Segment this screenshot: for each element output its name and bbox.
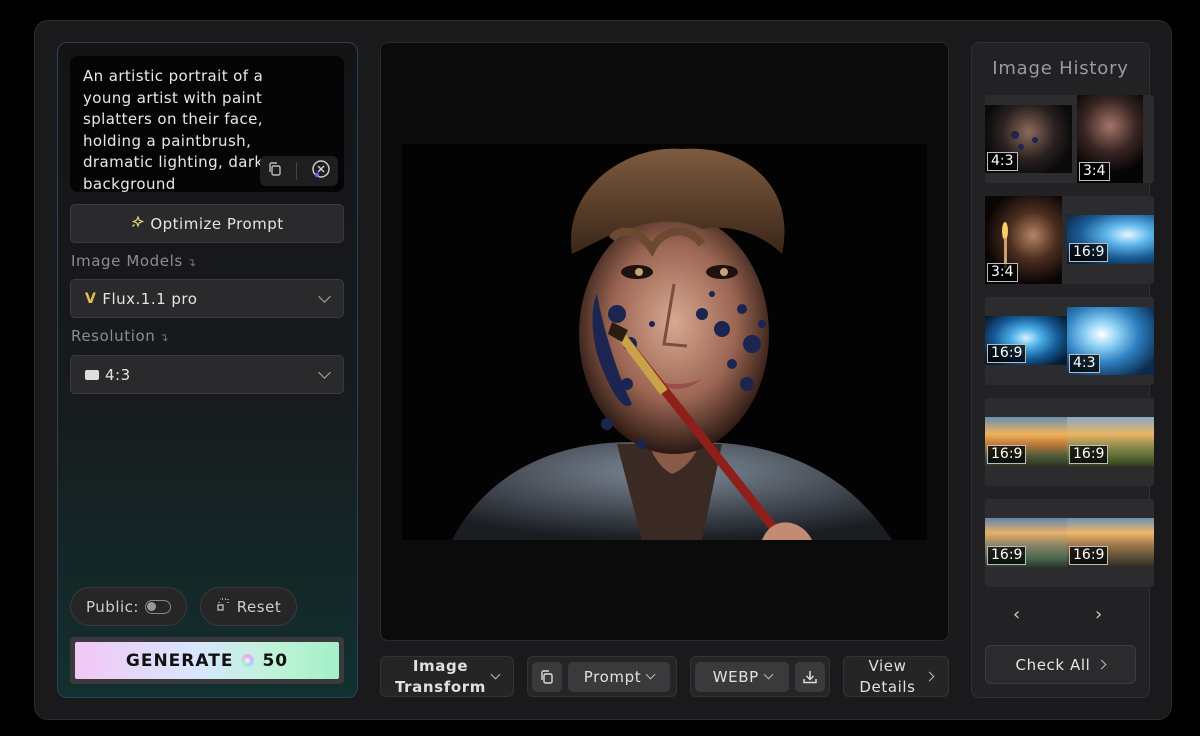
chevron-down-icon [763, 669, 774, 680]
check-all-label: Check All [1015, 655, 1091, 674]
close-circle-icon[interactable] [311, 159, 331, 183]
aspect-ratio-tag: 4:3 [987, 152, 1018, 171]
history-row: 4:3 3:4 [985, 95, 1154, 183]
history-thumbnail[interactable]: 3:4 [985, 196, 1062, 284]
reset-label: Reset [236, 597, 282, 616]
format-dropdown[interactable]: WEBP [695, 661, 790, 692]
transform-label-line1: Image [412, 656, 469, 675]
copy-icon [541, 669, 553, 684]
aspect-ratio-tag: 4:3 [1069, 354, 1100, 373]
aspect-ratio-tag: 3:4 [987, 263, 1018, 282]
prompt-tools [260, 156, 338, 186]
view-details-button[interactable]: View Details [843, 656, 949, 697]
copy-icon[interactable] [267, 161, 283, 181]
aspect-ratio-tag: 16:9 [987, 344, 1027, 363]
credits-orb-icon [241, 654, 255, 667]
copy-prompt-button[interactable] [532, 661, 562, 692]
corner-arrow-icon: ↴ [186, 256, 197, 269]
flux-logo-icon: V [85, 290, 97, 307]
download-icon [803, 670, 817, 683]
model-select[interactable]: V Flux.1.1 pro [70, 279, 344, 318]
generate-label: GENERATE [125, 650, 234, 671]
image-transform-button[interactable]: Image Transform [380, 656, 514, 697]
optimize-label: Optimize Prompt [150, 214, 284, 233]
transform-label-line2: Transform [395, 677, 486, 696]
history-thumbnail[interactable]: 4:3 [985, 105, 1072, 173]
aspect-ratio-tag: 16:9 [1069, 243, 1109, 262]
aspect-ratio-icon [85, 369, 99, 380]
resolution-select-value: 4:3 [105, 365, 131, 384]
history-row: 16:9 16:9 [985, 398, 1154, 486]
models-label-text: Image Models [71, 252, 183, 270]
aspect-ratio-tag: 16:9 [1069, 546, 1109, 565]
details-label-line2: Details [859, 677, 916, 696]
history-next-button[interactable]: › [1095, 604, 1102, 625]
model-select-value: Flux.1.1 pro [102, 289, 198, 308]
resolution-select[interactable]: 4:3 [70, 355, 344, 394]
reset-icon [216, 597, 231, 616]
aspect-ratio-tag: 3:4 [1079, 162, 1110, 181]
history-thumbnail[interactable]: 16:9 [1067, 215, 1154, 264]
generated-image[interactable] [402, 144, 927, 540]
history-row: 16:9 16:9 [985, 499, 1154, 587]
aspect-ratio-tag: 16:9 [987, 445, 1027, 464]
details-label-line1: View [868, 656, 907, 675]
toggle-switch[interactable] [144, 599, 171, 614]
history-prev-button[interactable]: ‹ [1013, 604, 1020, 625]
chevron-right-icon [924, 671, 935, 682]
download-button[interactable] [795, 661, 825, 692]
public-toggle[interactable]: Public: [70, 587, 187, 626]
chevron-down-icon [318, 289, 331, 303]
sparkle-icon [130, 214, 146, 234]
transform-label: Image Transform [395, 656, 486, 698]
aspect-ratio-tag: 16:9 [1069, 445, 1109, 464]
chevron-right-icon [1097, 659, 1107, 670]
details-label: View Details [859, 656, 915, 698]
aspect-ratio-tag: 16:9 [987, 546, 1027, 565]
format-label: WEBP [712, 667, 759, 686]
corner-arrow-icon: ↴ [159, 331, 170, 344]
history-thumbnail[interactable]: 16:9 [1067, 417, 1154, 466]
history-thumbnail[interactable]: 4:3 [1067, 307, 1154, 375]
history-row: 16:9 4:3 [985, 297, 1154, 385]
download-actions: WEBP [690, 656, 830, 697]
prompt-dropdown-label: Prompt [583, 667, 642, 686]
history-thumbnail[interactable]: 3:4 [1077, 95, 1143, 183]
chevron-down-icon [645, 669, 656, 680]
chevron-down-icon [318, 365, 331, 379]
chevron-down-icon [490, 669, 501, 680]
public-label: Public: [86, 597, 139, 616]
generate-button-frame: GENERATE 50 [70, 637, 344, 684]
generate-button[interactable]: GENERATE 50 [75, 642, 339, 679]
prompt-textarea[interactable]: An artistic portrait of a young artist w… [70, 56, 344, 193]
prompt-actions: Prompt [527, 656, 677, 697]
resolution-label: Resolution ↴ [71, 327, 169, 345]
history-thumbnail[interactable]: 16:9 [1067, 518, 1154, 567]
credits-count: 50 [262, 650, 289, 671]
history-row: 3:4 16:9 [985, 196, 1154, 284]
reset-button[interactable]: Reset [200, 587, 297, 626]
history-thumbnail[interactable]: 16:9 [985, 518, 1067, 567]
history-title: Image History [992, 58, 1129, 79]
history-thumbnail[interactable]: 16:9 [985, 417, 1067, 466]
models-label: Image Models ↴ [71, 252, 197, 270]
history-thumbnail[interactable]: 16:9 [985, 316, 1067, 365]
divider [296, 162, 298, 180]
check-all-button[interactable]: Check All [985, 645, 1136, 684]
optimize-prompt-button[interactable]: Optimize Prompt [70, 204, 344, 243]
resolution-label-text: Resolution [71, 327, 156, 345]
prompt-dropdown[interactable]: Prompt [568, 661, 670, 692]
